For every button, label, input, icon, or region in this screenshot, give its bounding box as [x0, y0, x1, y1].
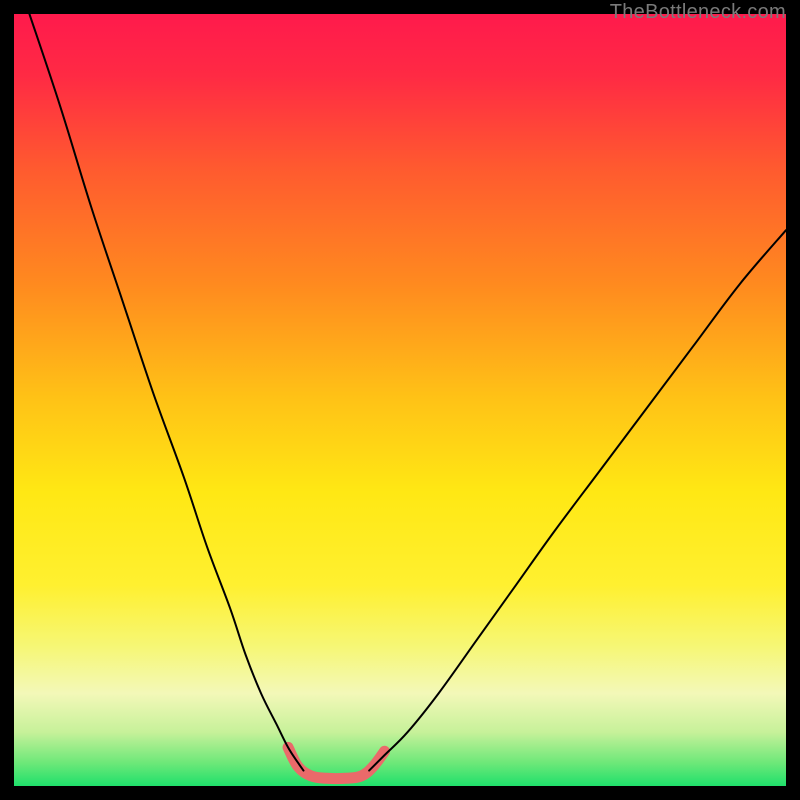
watermark-text: TheBottleneck.com [610, 1, 786, 24]
gradient-v-chart [14, 14, 786, 786]
plot-area [14, 14, 786, 786]
chart-frame: TheBottleneck.com [0, 0, 800, 800]
gradient-background [14, 14, 786, 786]
